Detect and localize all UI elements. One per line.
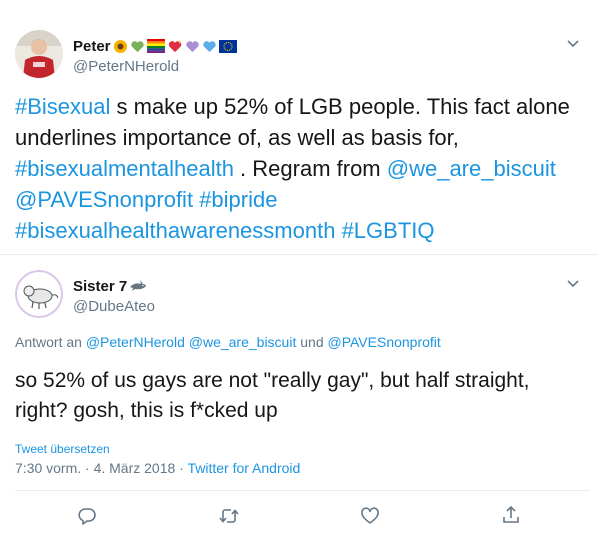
hashtag-lgbtiq[interactable]: #LGBTIQ bbox=[342, 218, 435, 243]
divider bbox=[15, 490, 590, 491]
hashtag-bisexual[interactable]: #Bisexual bbox=[15, 94, 110, 119]
sunflower-icon bbox=[113, 39, 127, 53]
mention-pavesnonprofit[interactable]: @PAVESnonprofit bbox=[15, 187, 193, 212]
share-icon bbox=[503, 505, 519, 523]
mention-peternherold[interactable]: @PeterNHerold bbox=[86, 334, 185, 350]
retweet-icon bbox=[219, 509, 239, 523]
text-segment: . Regram from bbox=[233, 156, 387, 181]
text-segment: s make up 52% of LGB people. This fact a… bbox=[110, 94, 570, 119]
reply-context: Antwort an @PeterNHerold @we_are_biscuit… bbox=[15, 334, 441, 350]
author-name[interactable]: Peter bbox=[73, 38, 111, 55]
divider bbox=[0, 254, 598, 255]
rainbow-flag-icon bbox=[146, 39, 165, 53]
text-segment: und bbox=[296, 334, 328, 350]
like-button[interactable] bbox=[360, 506, 380, 526]
author-handle[interactable]: @PeterNHerold bbox=[73, 58, 179, 75]
retweet-button[interactable] bbox=[218, 506, 240, 526]
shark-icon bbox=[130, 280, 147, 291]
chevron-down-icon[interactable] bbox=[566, 276, 580, 293]
avatar-sister7[interactable] bbox=[15, 270, 63, 318]
sparkling-heart-icon bbox=[168, 39, 182, 52]
translate-link[interactable]: Tweet übersetzen bbox=[15, 442, 110, 456]
reply-icon bbox=[78, 508, 96, 525]
mention-we-are-biscuit[interactable]: @we_are_biscuit bbox=[189, 334, 297, 350]
tweet-text-line: so 52% of us gays are not "really gay", … bbox=[15, 369, 530, 392]
chevron-down-icon[interactable] bbox=[566, 36, 580, 53]
like-icon bbox=[361, 507, 379, 524]
author-handle[interactable]: @DubeAteo bbox=[73, 298, 155, 315]
tweet-text: #Bisexual s make up 52% of LGB people. T… bbox=[15, 91, 590, 246]
hashtag-bisexualhealthawarenessmonth[interactable]: #bisexualhealthawarenessmonth bbox=[15, 218, 335, 243]
share-button[interactable] bbox=[501, 505, 521, 525]
hashtag-bipride[interactable]: #bipride bbox=[199, 187, 277, 212]
reply-button[interactable] bbox=[77, 506, 97, 526]
tweet-text: so 52% of us gays are not "really gay", … bbox=[15, 366, 590, 426]
author-name[interactable]: Sister 7 bbox=[73, 278, 127, 295]
mention-pavesnonprofit[interactable]: @PAVESnonprofit bbox=[328, 334, 441, 350]
mention-we-are-biscuit[interactable]: @we_are_biscuit bbox=[387, 156, 556, 181]
tweet-timestamp: 7:30 vorm. · 4. März 2018 · Twitter for … bbox=[15, 460, 300, 476]
avatar-peter[interactable] bbox=[15, 30, 63, 78]
tweet-text-line: right? gosh, this is f*cked up bbox=[15, 399, 278, 422]
blue-heart-icon bbox=[202, 40, 216, 52]
reply-prefix: Antwort an bbox=[15, 334, 86, 350]
source-link[interactable]: Twitter for Android bbox=[187, 460, 300, 476]
avatar-image bbox=[15, 270, 63, 318]
avatar-image bbox=[15, 30, 63, 78]
eu-flag-icon bbox=[218, 39, 237, 53]
timestamp-text[interactable]: 7:30 vorm. · 4. März 2018 · bbox=[15, 460, 187, 476]
hashtag-bisexualmentalhealth[interactable]: #bisexualmentalhealth bbox=[15, 156, 234, 181]
purple-heart-icon bbox=[185, 40, 199, 52]
text-segment: underlines importance of, as well as bas… bbox=[15, 125, 459, 150]
green-heart-icon bbox=[130, 40, 144, 52]
